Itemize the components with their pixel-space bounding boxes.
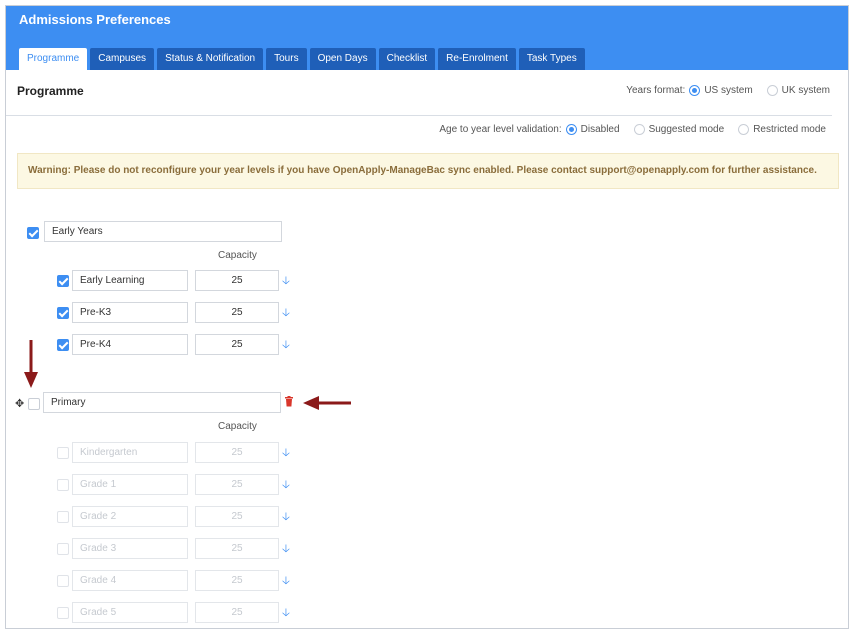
level-checkbox[interactable] bbox=[57, 479, 69, 491]
header: Admissions Preferences Programme Campuse… bbox=[6, 6, 848, 70]
level-checkbox[interactable] bbox=[57, 575, 69, 587]
capacity-field[interactable]: 25 bbox=[195, 570, 279, 591]
level-name-field[interactable]: Grade 3 bbox=[72, 538, 188, 559]
validation-label: Age to year level validation: bbox=[439, 124, 562, 135]
level-checkbox[interactable] bbox=[57, 607, 69, 619]
arrow-down-icon[interactable]: 🡣 bbox=[282, 576, 292, 587]
tab-open-days[interactable]: Open Days bbox=[309, 48, 376, 70]
level-name-field[interactable]: Grade 4 bbox=[72, 570, 188, 591]
capacity-field[interactable]: 25 bbox=[195, 506, 279, 527]
capacity-field[interactable]: 25 bbox=[195, 270, 279, 291]
arrow-down-icon[interactable]: 🡣 bbox=[282, 276, 292, 287]
us-system-radio[interactable] bbox=[689, 85, 701, 96]
tab-campuses[interactable]: Campuses bbox=[90, 48, 155, 70]
arrow-down-icon[interactable]: 🡣 bbox=[282, 308, 292, 319]
capacity-field[interactable]: 25 bbox=[195, 334, 279, 355]
level-checkbox[interactable] bbox=[57, 447, 69, 459]
capacity-label: Capacity bbox=[218, 250, 257, 261]
level-name-field[interactable]: Kindergarten bbox=[72, 442, 188, 463]
page-title: Admissions Preferences bbox=[19, 12, 171, 27]
level-name-field[interactable]: Early Learning bbox=[72, 270, 188, 291]
level-name-field[interactable]: Grade 5 bbox=[72, 602, 188, 623]
move-icon[interactable]: ✥ bbox=[15, 397, 24, 410]
uk-system-radio[interactable] bbox=[766, 85, 778, 96]
suggested-mode-radio[interactable] bbox=[633, 124, 645, 135]
years-format-label: Years format: bbox=[626, 85, 686, 96]
section-title: Programme bbox=[17, 84, 84, 98]
arrow-down-icon[interactable]: 🡣 bbox=[282, 340, 292, 351]
level-name-field[interactable]: Pre-K4 bbox=[72, 334, 188, 355]
level-checkbox[interactable] bbox=[57, 307, 69, 319]
uk-system-label[interactable]: UK system bbox=[782, 85, 830, 96]
app-window: Admissions Preferences Programme Campuse… bbox=[5, 5, 849, 629]
capacity-field[interactable]: 25 bbox=[195, 302, 279, 323]
tab-re-enrolment[interactable]: Re-Enrolment bbox=[438, 48, 516, 70]
level-checkbox[interactable] bbox=[57, 511, 69, 523]
capacity-field[interactable]: 25 bbox=[195, 474, 279, 495]
capacity-field[interactable]: 25 bbox=[195, 538, 279, 559]
annotation-arrow-left bbox=[303, 396, 351, 410]
divider bbox=[6, 115, 832, 116]
arrow-down-icon[interactable]: 🡣 bbox=[282, 608, 292, 619]
level-checkbox[interactable] bbox=[57, 543, 69, 555]
level-name-field[interactable]: Pre-K3 bbox=[72, 302, 188, 323]
level-checkbox[interactable] bbox=[57, 275, 69, 287]
us-system-label[interactable]: US system bbox=[704, 85, 752, 96]
tab-status-notification[interactable]: Status & Notification bbox=[157, 48, 264, 70]
annotation-arrow-down bbox=[24, 340, 38, 388]
capacity-field[interactable]: 25 bbox=[195, 602, 279, 623]
trash-icon[interactable] bbox=[284, 396, 294, 410]
level-checkbox[interactable] bbox=[57, 339, 69, 351]
tab-task-types[interactable]: Task Types bbox=[518, 48, 585, 70]
group-checkbox-early-years[interactable] bbox=[27, 227, 39, 239]
arrow-down-icon[interactable]: 🡣 bbox=[282, 448, 292, 459]
arrow-down-icon[interactable]: 🡣 bbox=[282, 480, 292, 491]
group-checkbox-primary[interactable] bbox=[28, 398, 40, 410]
level-name-field[interactable]: Grade 1 bbox=[72, 474, 188, 495]
restricted-mode-radio[interactable] bbox=[738, 124, 750, 135]
disabled-label[interactable]: Disabled bbox=[581, 124, 620, 135]
arrow-down-icon[interactable]: 🡣 bbox=[282, 512, 292, 523]
tab-checklist[interactable]: Checklist bbox=[378, 48, 436, 70]
capacity-label: Capacity bbox=[218, 421, 257, 432]
suggested-mode-label[interactable]: Suggested mode bbox=[649, 124, 725, 135]
restricted-mode-label[interactable]: Restricted mode bbox=[753, 124, 826, 135]
group-name-field[interactable]: Early Years bbox=[44, 221, 282, 242]
group-name-field[interactable]: Primary bbox=[43, 392, 281, 413]
tab-programme[interactable]: Programme bbox=[19, 48, 88, 70]
age-validation: Age to year level validation: Disabled S… bbox=[439, 124, 826, 135]
tab-bar: Programme Campuses Status & Notification… bbox=[19, 48, 585, 70]
level-name-field[interactable]: Grade 2 bbox=[72, 506, 188, 527]
disabled-radio[interactable] bbox=[565, 124, 577, 135]
tab-tours[interactable]: Tours bbox=[266, 48, 307, 70]
warning-banner: Warning: Please do not reconfigure your … bbox=[17, 153, 839, 189]
years-format: Years format: US system UK system bbox=[626, 85, 830, 96]
arrow-down-icon[interactable]: 🡣 bbox=[282, 544, 292, 555]
capacity-field[interactable]: 25 bbox=[195, 442, 279, 463]
